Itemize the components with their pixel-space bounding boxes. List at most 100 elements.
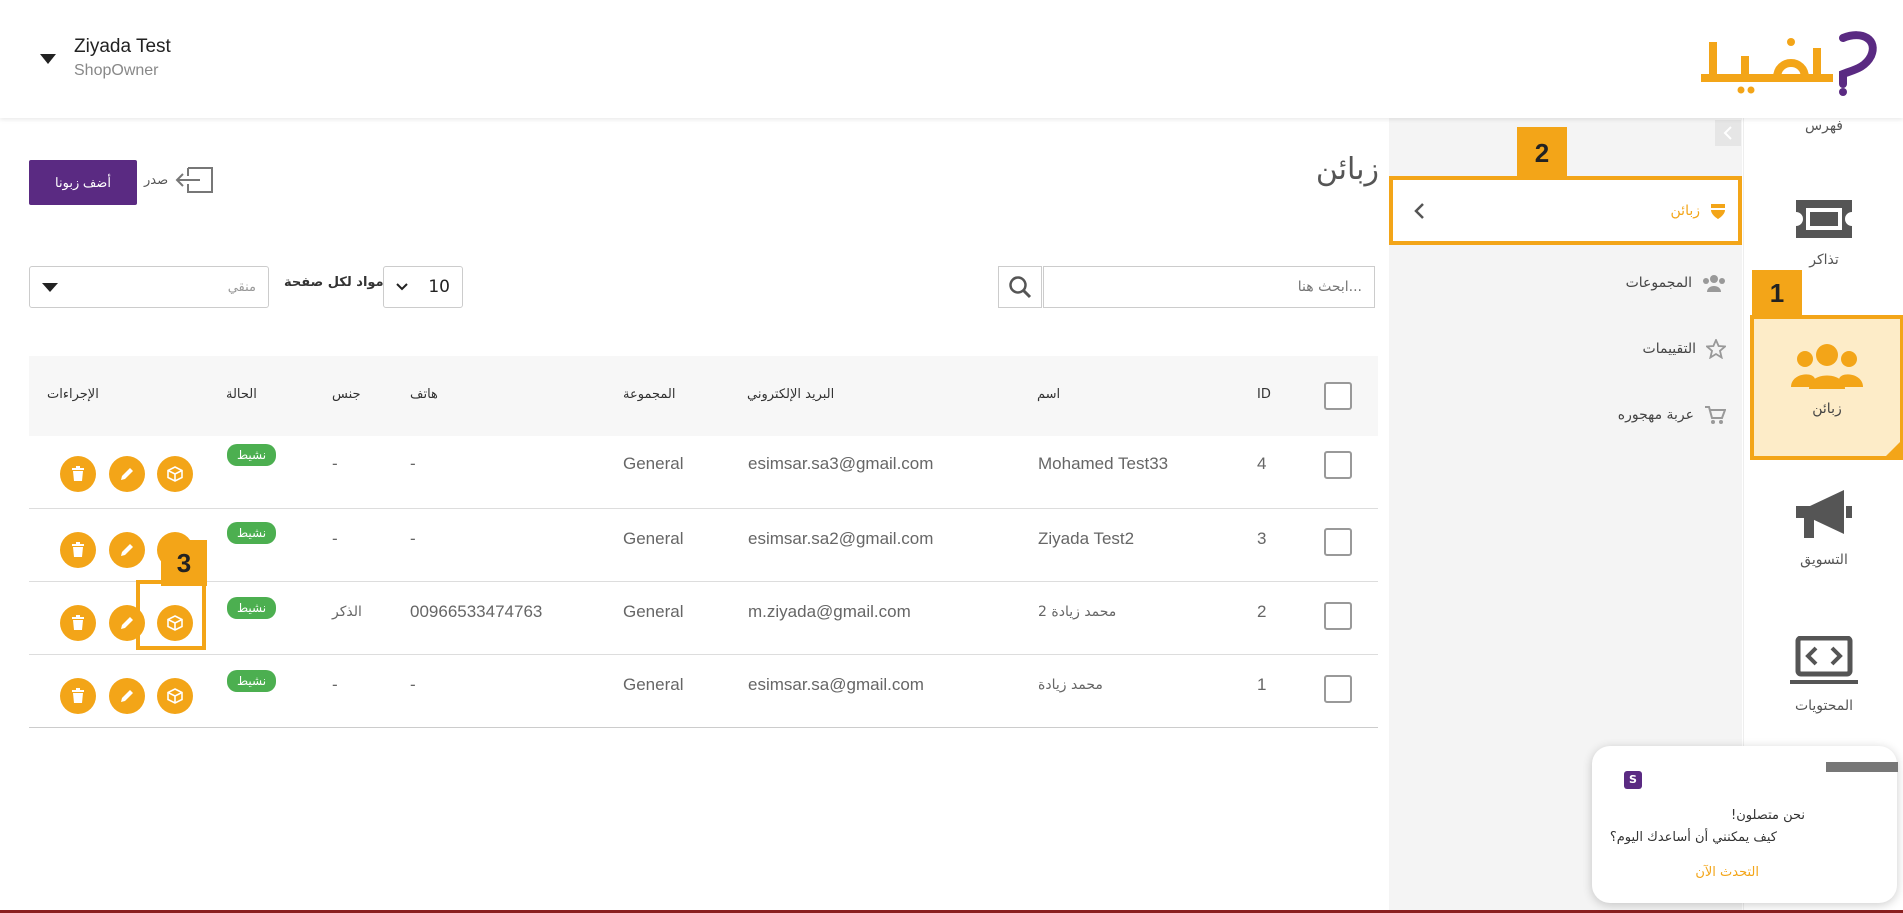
chevron-down-icon [396,283,408,291]
cell-phone: - [410,529,416,548]
cell-name: Mohamed Test33 [1038,454,1169,473]
delete-button[interactable] [60,456,96,492]
subnav-item-customers[interactable]: زبائن [1389,176,1742,245]
cell-id: 3 [1257,529,1267,548]
chevron-left-icon [1723,126,1732,140]
caret-down-icon [42,282,58,292]
view-button[interactable] [157,678,193,714]
trash-icon [72,615,84,630]
add-customer-button[interactable]: أضف زبونا [29,160,137,205]
pencil-icon [121,690,133,702]
table-header: ID اسم البريد الإلكتروني المجموعة هاتف ج… [29,356,1378,436]
chat-greeting: !نحن متصلون [1731,808,1805,823]
pencil-icon [121,617,133,629]
megaphone-icon [1796,490,1852,538]
chevron-left-icon [1414,203,1424,219]
brand-logo[interactable] [1693,28,1883,98]
subnav-item-reviews[interactable]: التقييمات [1643,339,1726,359]
rail-item-tickets[interactable]: تذاكر [1744,196,1903,268]
view-button[interactable] [157,605,193,641]
status-badge: نشيط [227,670,277,692]
status-badge: نشيط [227,522,277,544]
edit-button[interactable] [109,532,145,568]
rail-item-marketing[interactable]: التسويق [1744,488,1903,568]
chat-now-link[interactable]: التحدث الآن [1695,865,1759,880]
cell-name: محمد زيادة [1038,677,1103,693]
users-icon [1791,344,1863,389]
rail-item-contents[interactable]: المحتويات [1744,635,1903,714]
laptop-code-icon [1790,635,1858,684]
table-row: 2 محمد زيادة 2 m.ziyada@gmail.com Genera… [29,582,1378,655]
user-role: ShopOwner [74,62,159,79]
rail-label: زبائن [1812,401,1842,417]
step-marker-3: 3 [161,540,207,586]
cell-id: 1 [1257,675,1267,694]
user-menu[interactable]: Ziyada Test ShopOwner [40,36,171,80]
subnav-item-groups[interactable]: المجموعات [1626,274,1726,292]
subnav-label: عربة مهجوره [1617,407,1694,423]
cell-group: General [623,675,684,694]
page-title: زبائن [1315,152,1379,187]
cell-gender: - [332,529,338,548]
delete-button[interactable] [60,605,96,641]
cell-id: 2 [1257,602,1267,621]
rail-item-customers[interactable]: زبائن [1750,315,1903,460]
chat-close-bar[interactable] [1826,762,1898,772]
cell-name: محمد زيادة 2 [1038,604,1117,620]
search-button[interactable] [998,266,1042,308]
pencil-icon [121,544,133,556]
chat-question: كيف يمكنني أن أساعدك اليوم؟ [1609,830,1777,845]
column-header-gender: جنس [332,387,361,402]
delete-button[interactable] [60,678,96,714]
filter-placeholder: منقي [227,279,256,295]
shield-icon [1711,203,1725,219]
row-checkbox[interactable] [1324,528,1352,556]
box-icon [167,615,183,631]
box-icon [167,688,183,704]
subnav-label: المجموعات [1625,275,1692,291]
export-button[interactable]: صدر [144,166,214,194]
row-checkbox[interactable] [1324,602,1352,630]
cell-id: 4 [1257,454,1267,473]
table-row: 1 محمد زيادة esimsar.sa@gmail.com Genera… [29,655,1378,728]
main-content: زبائن أضف زبونا صدر 10 مواد لكل صفحة منق… [0,118,1389,913]
chat-logo-icon: S [1624,771,1642,789]
rail-label: تذاكر [1809,252,1839,268]
top-header: Ziyada Test ShopOwner [0,0,1903,118]
delete-button[interactable] [60,532,96,568]
export-label: صدر [144,172,169,188]
per-page-select[interactable]: 10 [383,266,463,308]
view-button[interactable] [157,456,193,492]
table-row: 3 Ziyada Test2 esimsar.sa2@gmail.com Gen… [29,509,1378,582]
per-page-value: 10 [428,277,450,297]
subnav-item-abandoned-cart[interactable]: عربة مهجوره [1618,405,1726,425]
filter-select[interactable]: منقي [29,266,269,308]
box-icon [167,466,183,482]
cell-phone: - [410,675,416,694]
chevron-down-icon[interactable] [40,54,56,64]
edit-button[interactable] [109,456,145,492]
cell-email: esimsar.sa3@gmail.com [748,454,934,473]
cell-gender: - [332,454,338,473]
collapse-sidebar-button[interactable] [1715,120,1741,146]
row-checkbox[interactable] [1324,451,1352,479]
search-icon [1009,276,1032,299]
column-header-actions: الإجراءات [47,387,99,402]
pencil-icon [121,468,133,480]
cell-gender: - [332,675,338,694]
column-header-email: البريد الإلكتروني [747,387,835,402]
edit-button[interactable] [109,678,145,714]
search-bar [998,266,1375,308]
trash-icon [72,688,84,703]
customers-table: ID اسم البريد الإلكتروني المجموعة هاتف ج… [29,356,1378,728]
subnav-label: زبائن [1670,202,1700,219]
row-checkbox[interactable] [1324,675,1352,703]
subnav-label: التقييمات [1642,341,1696,357]
export-icon [175,167,214,193]
rail-label: التسويق [1800,552,1848,568]
edit-button[interactable] [109,605,145,641]
cell-group: General [623,602,684,621]
search-input[interactable] [1043,266,1375,308]
select-all-checkbox[interactable] [1324,382,1352,410]
trash-icon [72,542,84,557]
